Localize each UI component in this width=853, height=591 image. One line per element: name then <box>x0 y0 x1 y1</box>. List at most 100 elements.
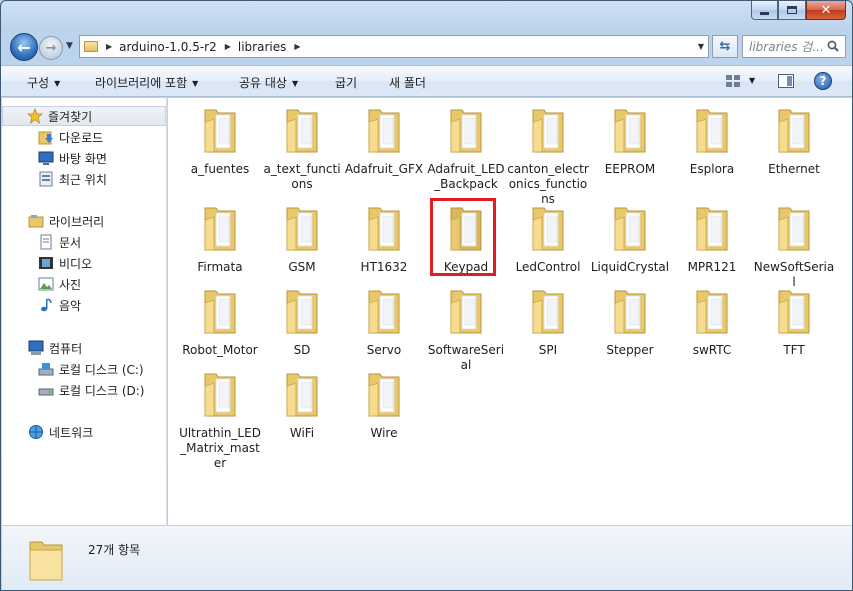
folder-icon <box>696 290 728 334</box>
forward-button[interactable]: → <box>39 36 63 60</box>
sidebar-item-computer[interactable]: 컴퓨터 <box>28 338 82 358</box>
folder-item[interactable]: Robot_Motor <box>179 287 261 358</box>
share-with-button[interactable]: 공유 대상 ▼ <box>239 74 298 91</box>
libraries-icon <box>28 215 44 228</box>
sidebar-item-local-disk-c[interactable]: 로컬 디스크 (C:) <box>38 359 144 379</box>
burn-button[interactable]: 굽기 <box>335 74 357 91</box>
organize-button[interactable]: 구성 ▼ <box>27 74 60 91</box>
sidebar-item-libraries[interactable]: 라이브러리 <box>28 211 104 231</box>
help-icon[interactable]: ? <box>814 72 832 90</box>
folder-item[interactable]: Stepper <box>589 287 671 358</box>
folder-icon <box>532 290 564 334</box>
folder-item[interactable]: Adafruit_LED_Backpack <box>425 106 507 192</box>
chevron-right-icon[interactable]: ▶ <box>225 42 231 51</box>
picture-icon <box>38 277 54 291</box>
folder-item[interactable]: SoftwareSerial <box>425 287 507 373</box>
folder-icon <box>84 41 98 52</box>
address-dropdown-icon[interactable]: ▼ <box>698 42 704 51</box>
folder-item[interactable]: LiquidCrystal <box>589 204 671 275</box>
sidebar-item-desktop[interactable]: 바탕 화면 <box>38 148 107 168</box>
sidebar-item-downloads[interactable]: 다운로드 <box>38 127 103 147</box>
folder-name: canton_electronics_functions <box>507 162 589 206</box>
close-button[interactable]: ✕ <box>806 1 846 20</box>
folder-icon <box>532 109 564 153</box>
view-options-icon[interactable] <box>725 74 741 88</box>
folder-icon <box>286 109 318 153</box>
minimize-button[interactable] <box>751 1 778 20</box>
folder-item[interactable]: SPI <box>507 287 589 358</box>
folder-item[interactable]: swRTC <box>671 287 753 358</box>
folder-name: MPR121 <box>687 260 737 274</box>
breadcrumb-libraries[interactable]: libraries <box>238 40 286 54</box>
chevron-right-icon[interactable]: ▶ <box>106 42 112 51</box>
folder-item[interactable]: Ultrathin_LED_Matrix_master <box>179 370 261 471</box>
folder-item[interactable]: SD <box>261 287 343 358</box>
refresh-button[interactable]: ⇆ <box>712 35 738 58</box>
folder-name: Servo <box>366 343 402 357</box>
folder-item[interactable]: Ethernet <box>753 106 835 177</box>
folder-item[interactable]: Esplora <box>671 106 753 177</box>
sidebar-item-network[interactable]: 네트워크 <box>28 422 93 442</box>
sidebar-item-videos[interactable]: 비디오 <box>38 253 92 273</box>
folder-name: SD <box>293 343 311 357</box>
folder-item[interactable]: Firmata <box>179 204 261 275</box>
include-in-library-button[interactable]: 라이브러리에 포함 ▼ <box>95 74 198 91</box>
folder-name: HT1632 <box>360 260 408 274</box>
folder-icon <box>204 109 236 153</box>
folder-item[interactable]: TFT <box>753 287 835 358</box>
breadcrumb-arduino[interactable]: arduino-1.0.5-r2 <box>119 40 217 54</box>
navigation-pane: 즐겨찾기 다운로드 바탕 화면 최근 위치 라이브러리 문서 비디오 사진 음악… <box>2 98 167 525</box>
sidebar-item-recent-places[interactable]: 최근 위치 <box>38 169 107 189</box>
folder-item[interactable]: canton_electronics_functions <box>507 106 589 207</box>
folder-item[interactable]: a_fuentes <box>179 106 261 177</box>
chevron-down-icon: ▼ <box>66 41 73 51</box>
folder-item[interactable]: LedControl <box>507 204 589 275</box>
selection-highlight-box <box>430 198 496 276</box>
sidebar-item-favorites[interactable]: 즐겨찾기 <box>2 106 166 126</box>
folder-item[interactable]: GSM <box>261 204 343 275</box>
maximize-button[interactable] <box>778 1 806 20</box>
folder-item[interactable]: a_text_functions <box>261 106 343 192</box>
folder-item[interactable]: Servo <box>343 287 425 358</box>
folder-name: a_fuentes <box>190 162 250 176</box>
search-input[interactable]: libraries 검... <box>743 38 823 55</box>
folder-item[interactable]: HT1632 <box>343 204 425 275</box>
close-icon: ✕ <box>820 2 832 18</box>
details-pane: 27개 항목 <box>2 525 852 590</box>
folder-name: NewSoftSerial <box>753 260 835 289</box>
folder-item[interactable]: EEPROM <box>589 106 671 177</box>
sidebar-item-local-disk-d[interactable]: 로컬 디스크 (D:) <box>38 380 144 400</box>
folder-icon <box>368 207 400 251</box>
folder-item[interactable]: MPR121 <box>671 204 753 275</box>
folder-item[interactable]: NewSoftSerial <box>753 204 835 290</box>
chevron-right-icon[interactable]: ▶ <box>294 42 300 51</box>
new-folder-button[interactable]: 새 폴더 <box>389 74 426 91</box>
folder-name: Ethernet <box>768 162 820 176</box>
item-count: 27개 항목 <box>88 543 141 557</box>
folder-icon <box>450 109 482 153</box>
address-bar[interactable]: ▶ arduino-1.0.5-r2 ▶ libraries ▶ ▼ <box>79 35 709 58</box>
folder-item[interactable]: Adafruit_GFX <box>343 106 425 177</box>
folder-name: LiquidCrystal <box>590 260 670 274</box>
minimize-icon <box>760 11 769 15</box>
folder-name: Wire <box>370 426 398 440</box>
folder-item[interactable]: Wire <box>343 370 425 441</box>
sidebar-item-pictures[interactable]: 사진 <box>38 274 81 294</box>
folder-name: Adafruit_GFX <box>344 162 424 176</box>
command-bar: 구성 ▼ 라이브러리에 포함 ▼ 공유 대상 ▼ 굽기 새 폴더 ▼ ? <box>1 65 852 97</box>
system-drive-icon <box>38 363 54 376</box>
sidebar-item-music[interactable]: 음악 <box>38 295 81 315</box>
preview-pane-icon[interactable] <box>778 74 794 88</box>
search-icon[interactable] <box>827 40 839 52</box>
folder-icon <box>450 290 482 334</box>
view-options-chevron-icon[interactable]: ▼ <box>749 76 755 85</box>
chevron-down-icon: ▼ <box>54 79 61 88</box>
recent-pages-button[interactable]: ▼ <box>66 41 73 51</box>
sidebar-item-documents[interactable]: 문서 <box>38 232 81 252</box>
arrow-left-icon: ← <box>17 37 31 57</box>
arrow-right-icon: → <box>45 40 57 56</box>
back-button[interactable]: ← <box>10 33 38 61</box>
search-box[interactable]: libraries 검... <box>742 35 846 58</box>
folder-item[interactable]: WiFi <box>261 370 343 441</box>
folder-icon <box>368 109 400 153</box>
